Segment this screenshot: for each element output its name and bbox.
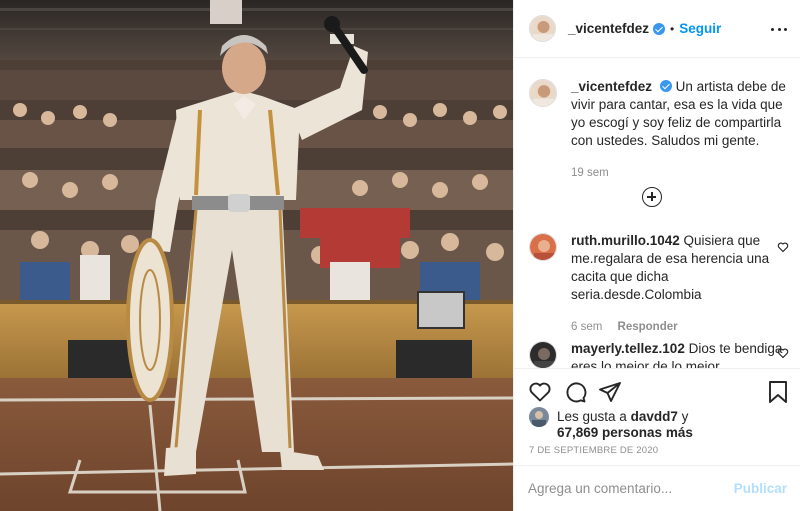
post-side-panel: _vicentefdez • Seguir _vicentefdez Un ar… [513, 0, 800, 511]
separator-dot: • [670, 21, 675, 36]
caption-author-avatar[interactable] [529, 79, 557, 107]
comment-username[interactable]: mayerly.tellez.102 [571, 341, 685, 356]
list-item: mayerly.tellez.102 Dios te bendiga eres … [529, 340, 789, 368]
comment-meta: 6 sem Responder [571, 318, 789, 336]
post-photo[interactable] [0, 0, 513, 511]
publish-button[interactable]: Publicar [734, 481, 787, 496]
post-actions-bar: Les gusta a davdd7 y 67,869 personas más [514, 368, 800, 448]
comment-body: mayerly.tellez.102 Dios te bendiga eres … [571, 340, 789, 368]
post-photo-illustration [0, 0, 513, 511]
liker-avatar[interactable] [529, 407, 549, 427]
comment-icon[interactable] [563, 380, 587, 404]
comment-body: ruth.murillo.1042 Quisiera que me.regala… [571, 232, 789, 336]
commenter-avatar[interactable] [529, 233, 557, 261]
post-header: _vicentefdez • Seguir [514, 0, 800, 58]
bookmark-icon[interactable] [767, 380, 789, 404]
profile-photo-avatar-icon [530, 342, 556, 368]
load-more-comments-button[interactable] [642, 187, 662, 207]
likes-joiner: y [681, 409, 689, 424]
post-date[interactable]: 7 DE SEPTIEMBRE DE 2020 [529, 445, 658, 456]
profile-photo-avatar-icon [530, 16, 555, 41]
caption-body: _vicentefdez Un artista debe de vivir pa… [571, 78, 789, 182]
likes-prefix: Les gusta a [557, 409, 627, 424]
caption-comment: _vicentefdez Un artista debe de vivir pa… [529, 78, 789, 182]
paper-plane-icon[interactable] [598, 380, 622, 404]
instagram-post: _vicentefdez • Seguir _vicentefdez Un ar… [0, 0, 800, 511]
caption-meta: 19 sem [571, 164, 789, 182]
more-options-icon[interactable] [771, 21, 787, 37]
reply-button[interactable]: Responder [618, 321, 678, 333]
action-icons [528, 380, 622, 404]
list-item: ruth.murillo.1042 Quisiera que me.regala… [529, 232, 789, 336]
comment-username[interactable]: ruth.murillo.1042 [571, 233, 680, 248]
heart-icon[interactable] [777, 347, 789, 359]
profile-photo-avatar-icon [530, 234, 556, 260]
liker-username[interactable]: davdd7 [631, 409, 678, 424]
comment-input[interactable] [528, 481, 734, 496]
add-comment-bar: Publicar [514, 465, 800, 511]
heart-icon[interactable] [777, 241, 789, 253]
commenter-avatar[interactable] [529, 341, 557, 368]
profile-photo-avatar-icon [530, 80, 556, 106]
caption-age[interactable]: 19 sem [571, 167, 609, 179]
follow-button[interactable]: Seguir [679, 21, 721, 36]
comment-age[interactable]: 6 sem [571, 321, 602, 333]
likes-summary: Les gusta a davdd7 y 67,869 personas más [529, 407, 693, 441]
comments-list[interactable]: _vicentefdez Un artista debe de vivir pa… [514, 59, 800, 368]
caption-username[interactable]: _vicentefdez [571, 79, 652, 94]
profile-photo-avatar-icon [529, 407, 549, 427]
author-avatar[interactable] [529, 15, 556, 42]
heart-icon[interactable] [528, 380, 552, 404]
verified-badge-icon [659, 80, 672, 92]
likes-text: Les gusta a davdd7 y 67,869 personas más [557, 409, 693, 441]
verified-badge-icon [653, 22, 666, 35]
likes-count[interactable]: 67,869 personas más [557, 425, 693, 440]
author-username[interactable]: _vicentefdez [568, 21, 649, 36]
